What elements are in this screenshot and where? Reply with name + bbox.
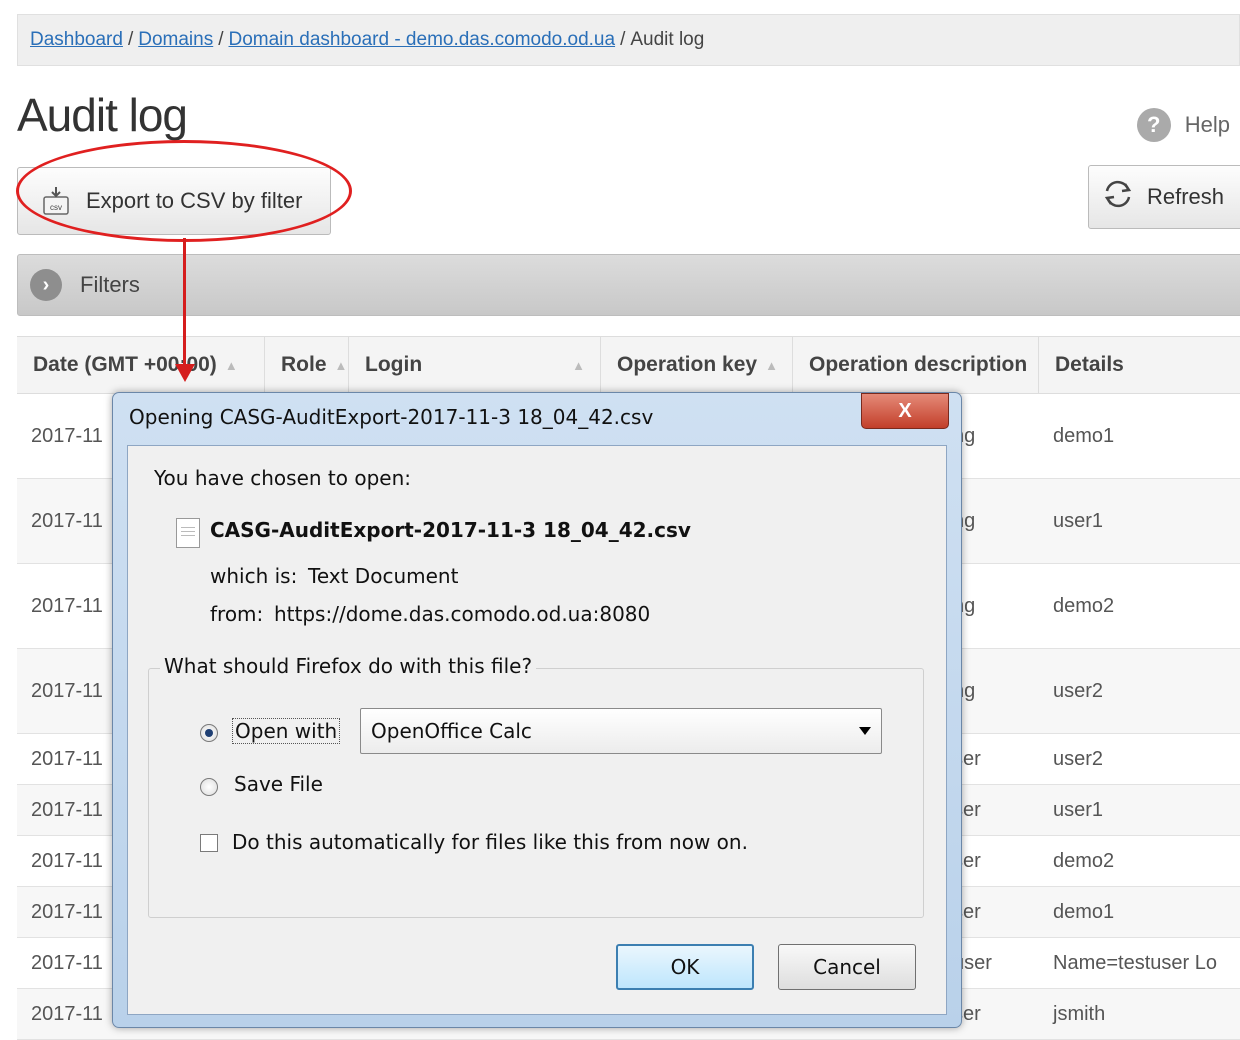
save-file-label[interactable]: Save File	[234, 772, 323, 796]
from-label: from:	[210, 602, 264, 626]
refresh-button[interactable]: Refresh	[1088, 165, 1240, 229]
details-cell: demo2	[1053, 594, 1115, 617]
refresh-label: Refresh	[1147, 184, 1225, 209]
open-with-select[interactable]: OpenOffice Calc	[360, 708, 882, 754]
close-button[interactable]: X	[861, 393, 949, 429]
breadcrumb-separator: /	[127, 29, 134, 50]
dialog-title: Opening CASG-AuditExport-2017-11-3 18_04…	[129, 405, 654, 429]
help-link[interactable]: ? Help	[1136, 108, 1230, 142]
annotation-arrow-line	[183, 238, 186, 368]
help-icon: ?	[1136, 108, 1171, 142]
ok-button[interactable]: OK	[616, 944, 754, 990]
sort-asc-icon: ▲	[572, 357, 586, 373]
sort-asc-icon: ▲	[765, 357, 778, 373]
column-header-role-label: Role	[281, 353, 327, 376]
annotation-arrow-head	[175, 364, 195, 382]
close-icon: X	[898, 399, 912, 422]
filters-panel-toggle[interactable]: › Filters	[17, 254, 1240, 316]
filename: CASG-AuditExport-2017-11-3 18_04_42.csv	[210, 518, 691, 542]
which-is-label: which is:	[210, 564, 298, 588]
open-with-label[interactable]: Open with	[232, 718, 341, 744]
details-cell: demo1	[1053, 424, 1115, 447]
details-cell: demo1	[1053, 900, 1115, 923]
table-header: Date (GMT +00:00) ▲ Role ▲ Login ▲ Operatio…	[17, 336, 1240, 394]
cancel-button[interactable]: Cancel	[778, 944, 916, 990]
breadcrumb-separator: /	[620, 29, 626, 50]
column-header-date[interactable]: Date (GMT +00:00) ▲	[17, 337, 265, 393]
action-question: What should Firefox do with this file?	[160, 654, 537, 678]
ok-label: OK	[670, 955, 700, 979]
column-header-operation-key[interactable]: Operation key ▲	[601, 337, 793, 393]
open-file-dialog: Opening CASG-AuditExport-2017-11-3 18_04…	[112, 392, 962, 1028]
details-cell: demo2	[1053, 849, 1115, 872]
breadcrumb-dashboard-link[interactable]: Dashboard	[30, 29, 123, 51]
open-with-radio[interactable]	[200, 724, 218, 742]
chevron-right-icon: ›	[30, 269, 62, 301]
column-header-login[interactable]: Login ▲	[349, 337, 601, 393]
column-header-details[interactable]: Details	[1039, 337, 1240, 393]
save-file-radio[interactable]	[200, 778, 218, 796]
dialog-body: You have chosen to open: CASG-AuditExpor…	[127, 445, 947, 1015]
open-with-value: OpenOffice Calc	[371, 719, 532, 743]
text-file-icon	[176, 518, 200, 548]
cancel-label: Cancel	[813, 955, 881, 979]
details-cell: user2	[1053, 747, 1104, 770]
breadcrumb-domain-dashboard-link[interactable]: Domain dashboard - demo.das.comodo.od.ua	[229, 29, 616, 51]
auto-label[interactable]: Do this automatically for files like thi…	[232, 830, 748, 854]
from-value: https://dome.das.comodo.od.ua:8080	[274, 602, 651, 626]
sort-asc-icon: ▲	[334, 357, 348, 373]
column-header-details-label: Details	[1055, 353, 1124, 376]
details-cell: Name=testuser Lo	[1053, 951, 1217, 974]
annotation-ellipse	[16, 140, 352, 242]
sort-asc-icon: ▲	[224, 357, 238, 373]
breadcrumb-separator: /	[218, 29, 224, 50]
which-is-value: Text Document	[308, 564, 459, 588]
auto-checkbox[interactable]	[200, 834, 218, 852]
breadcrumb-current: Audit log	[630, 29, 705, 50]
column-header-operation-description-label: Operation description	[809, 353, 1028, 376]
chosen-label: You have chosen to open:	[154, 466, 412, 490]
refresh-icon	[1101, 179, 1135, 215]
details-cell: user1	[1053, 509, 1104, 532]
column-header-login-label: Login	[365, 353, 423, 376]
page-title: Audit log	[17, 89, 188, 141]
column-header-operation-key-label: Operation key	[617, 353, 758, 376]
column-header-operation-description[interactable]: Operation description	[793, 337, 1039, 393]
breadcrumb-domains-link[interactable]: Domains	[138, 29, 213, 51]
details-cell: user2	[1053, 679, 1104, 702]
details-cell: user1	[1053, 798, 1104, 821]
breadcrumb: Dashboard / Domains / Domain dashboard -…	[17, 14, 1240, 66]
details-cell: jsmith	[1053, 1002, 1106, 1025]
column-header-role[interactable]: Role ▲	[265, 337, 349, 393]
help-label: Help	[1184, 112, 1230, 137]
filters-label: Filters	[80, 272, 140, 297]
dropdown-arrow-icon	[859, 727, 871, 735]
